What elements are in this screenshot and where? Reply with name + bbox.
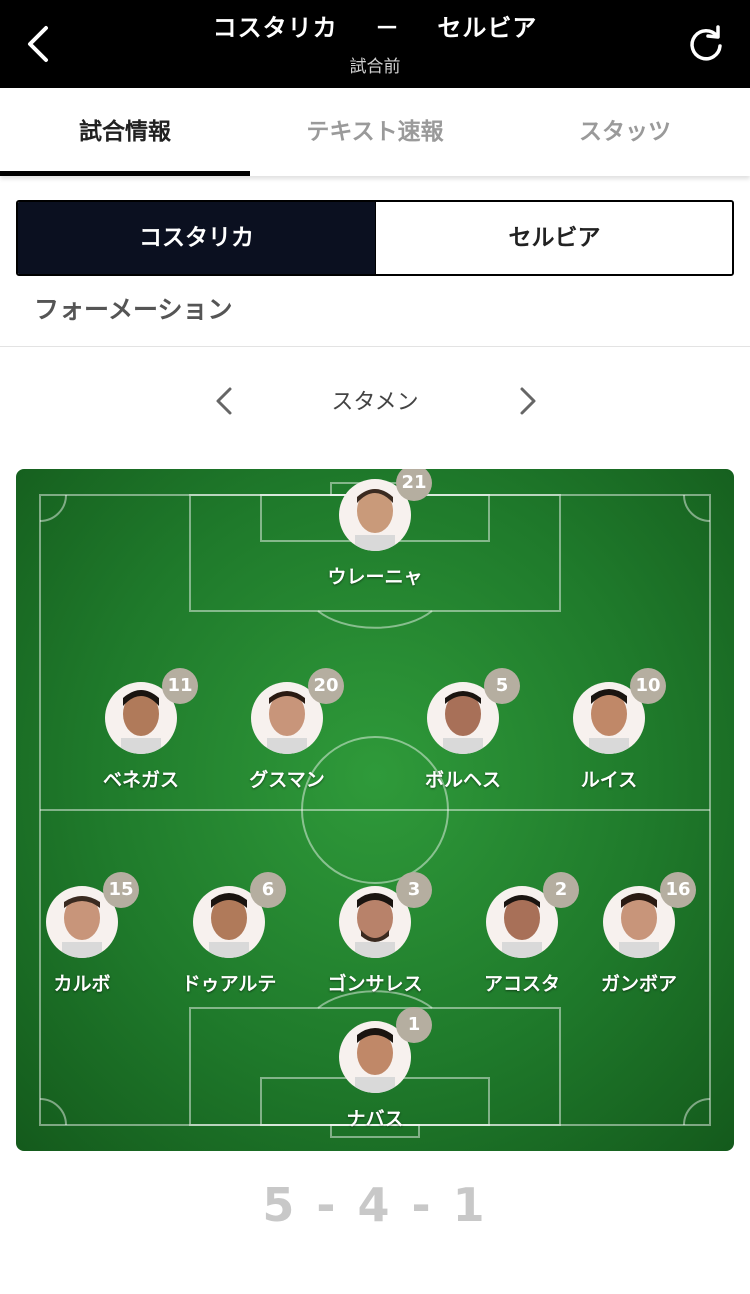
refresh-button[interactable] — [686, 24, 726, 64]
player-number: 10 — [630, 668, 666, 704]
home-team-name: コスタリカ — [212, 14, 338, 42]
player-number: 3 — [396, 872, 432, 908]
team-button-serbia[interactable]: セルビア — [375, 202, 732, 274]
next-lineup-button[interactable] — [512, 384, 542, 418]
player-number: 1 — [396, 1007, 432, 1043]
player-number: 2 — [543, 872, 579, 908]
match-title: コスタリカ － セルビア — [0, 8, 750, 43]
formation-pitch: 2 1 ウレーニャ 11 ベネガス 20 グスマン 5 ボルヘス 10 ルイス 1… — [16, 469, 734, 1151]
tab-text-live[interactable]: テキスト速報 — [250, 88, 500, 176]
player-name: ドゥアルテ — [181, 973, 277, 995]
chevron-right-icon — [520, 387, 536, 415]
player-name: ルイス — [580, 769, 638, 791]
player-number: 5 — [484, 668, 520, 704]
formation-label: 5 - 4 - 1 — [0, 1178, 750, 1232]
player-name: ナバス — [346, 1108, 404, 1130]
formation-separator: - — [411, 1178, 434, 1232]
formation-forwards: 1 — [452, 1178, 488, 1232]
match-status: 試合前 — [349, 57, 401, 77]
formation-separator: - — [316, 1178, 339, 1232]
team-button-costa-rica[interactable]: コスタリカ — [18, 202, 375, 274]
tab-stats[interactable]: スタッツ — [500, 88, 750, 176]
score-separator: － — [375, 14, 400, 42]
player-number: 20 — [308, 668, 344, 704]
app-header: コスタリカ － セルビア 試合前 — [0, 0, 750, 88]
tab-bar: 試合情報 テキスト速報 スタッツ — [0, 88, 750, 176]
team-toggle: コスタリカ セルビア — [16, 200, 734, 276]
tab-match-info[interactable]: 試合情報 — [0, 88, 250, 176]
player-name: グスマン — [249, 769, 325, 791]
player-name: ウレーニャ — [327, 566, 423, 588]
player-name: ガンボア — [600, 973, 677, 995]
formation-defenders: 5 — [262, 1178, 298, 1232]
player-number: 11 — [162, 668, 198, 704]
divider — [0, 346, 750, 347]
player-name: ベネガス — [102, 769, 179, 791]
player-name: ゴンサレス — [327, 973, 423, 995]
lineup-label: スタメン — [331, 390, 419, 415]
refresh-icon — [690, 25, 722, 61]
away-team-name: セルビア — [437, 14, 538, 42]
player-number: 6 — [250, 872, 286, 908]
section-title: フォーメーション — [34, 295, 233, 324]
player-name: ボルヘス — [424, 769, 501, 791]
player-number: 16 — [660, 872, 696, 908]
formation-midfielders: 4 — [357, 1178, 393, 1232]
player-number: 15 — [103, 872, 139, 908]
